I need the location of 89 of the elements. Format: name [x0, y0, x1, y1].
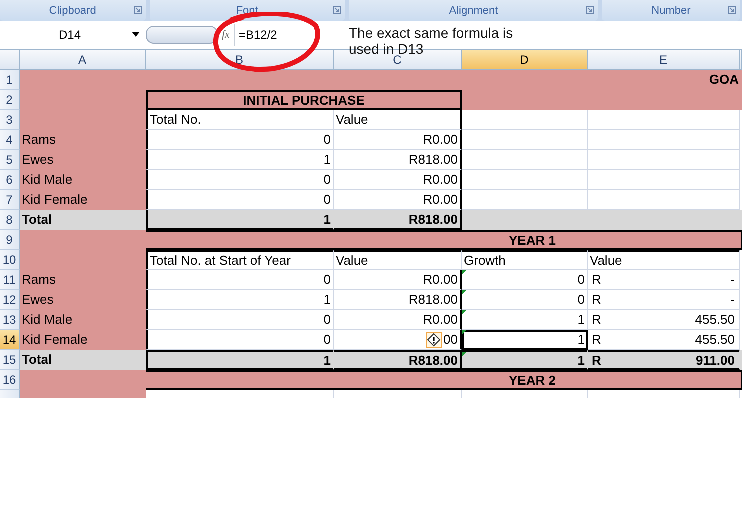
table-cell: Value: [588, 250, 740, 270]
table-cell: Kid Female: [20, 330, 146, 350]
row-header[interactable]: 12: [0, 290, 20, 310]
row-header[interactable]: 16: [0, 370, 20, 390]
table-cell: 0: [146, 170, 334, 190]
name-box-resize-handle[interactable]: [146, 26, 218, 44]
row-header[interactable]: 1: [0, 70, 20, 90]
dialog-launcher-icon[interactable]: [333, 6, 342, 14]
select-all-corner[interactable]: [0, 50, 20, 70]
currency-symbol: R: [592, 292, 602, 307]
table-cell: 0: [146, 310, 334, 330]
amount-text: 455.50: [695, 332, 735, 347]
caret-icon[interactable]: [132, 32, 140, 38]
table-cell: Rams: [20, 270, 146, 290]
table-cell: 1: [462, 350, 588, 370]
row-header[interactable]: 6: [0, 170, 20, 190]
table-cell: R0.00: [334, 130, 462, 150]
table-cell: Kid Male: [20, 170, 146, 190]
dialog-launcher-icon[interactable]: [586, 6, 594, 14]
formula-field[interactable]: =B12/2: [234, 24, 339, 46]
row-header[interactable]: 14: [0, 330, 20, 350]
table-cell: Ewes: [20, 290, 146, 310]
table-cell: YEAR 2: [146, 370, 742, 390]
row-header[interactable]: 5: [0, 150, 20, 170]
insert-function-button[interactable]: fx: [222, 29, 230, 41]
row-header[interactable]: 13: [0, 310, 20, 330]
table-cell: INITIAL PURCHASE: [146, 90, 462, 110]
table-cell: Total No. at Start of Year: [146, 250, 334, 270]
row-header[interactable]: 3: [0, 110, 20, 130]
dialog-launcher-icon[interactable]: [134, 6, 142, 14]
table-cell: 1: [462, 330, 588, 350]
ribbon-group-label: Alignment: [449, 4, 498, 16]
table-cell: R0.00: [334, 170, 462, 190]
table-cell: 0: [146, 330, 334, 350]
table-cell: 0: [146, 270, 334, 290]
currency-symbol: R: [592, 352, 602, 368]
row-header[interactable]: 11: [0, 270, 20, 290]
table-cell: Total: [20, 210, 146, 230]
row-header[interactable]: 7: [0, 190, 20, 210]
table-cell: R0.00: [334, 270, 462, 290]
amount-text: 455.50: [695, 312, 735, 327]
table-cell: R818.00: [334, 350, 462, 370]
table-cell: 1: [146, 350, 334, 370]
row-header[interactable]: 8: [0, 210, 20, 230]
table-cell: 1: [462, 310, 588, 330]
table-cell: 1: [146, 150, 334, 170]
row-header[interactable]: 4: [0, 130, 20, 150]
table-cell: R818.00: [334, 290, 462, 310]
amount-text: -: [730, 292, 735, 307]
row-header[interactable]: 15: [0, 350, 20, 370]
table-cell: Total No.: [146, 110, 334, 130]
table-cell: R0.00: [334, 310, 462, 330]
ribbon-group-label: Number: [652, 4, 691, 16]
table-cell: R0.00: [334, 190, 462, 210]
currency-symbol: R: [592, 272, 602, 287]
table-cell: 0: [462, 270, 588, 290]
table-cell: 00: [334, 330, 462, 350]
warning-icon[interactable]: [426, 332, 442, 348]
amount-text: 911.00: [696, 352, 735, 368]
column-header[interactable]: E: [588, 50, 740, 70]
row-header[interactable]: 10: [0, 250, 20, 270]
column-header[interactable]: A: [20, 50, 146, 70]
table-cell: Value: [334, 110, 462, 130]
table-cell: 0: [146, 130, 334, 150]
table-cell: Growth: [462, 250, 588, 270]
table-cell: Ewes: [20, 150, 146, 170]
table-cell: Value: [334, 250, 462, 270]
table-cell: Total: [20, 350, 146, 370]
table-cell: 0: [462, 290, 588, 310]
table-cell: GOA: [20, 70, 742, 90]
table-cell: R818.00: [334, 210, 462, 230]
ribbon-group-label: Clipboard: [49, 4, 96, 16]
amount-text: -: [730, 272, 735, 287]
table-cell: Kid Female: [20, 190, 146, 210]
table-cell: 1: [146, 210, 334, 230]
row-header[interactable]: 9: [0, 230, 20, 250]
dialog-launcher-icon[interactable]: [728, 6, 736, 14]
row-header[interactable]: [0, 390, 20, 398]
row-header[interactable]: 2: [0, 90, 20, 110]
table-cell: YEAR 1: [146, 230, 742, 250]
name-box[interactable]: D14: [0, 24, 140, 46]
table-cell: 1: [146, 290, 334, 310]
table-cell: Kid Male: [20, 310, 146, 330]
column-header[interactable]: D: [462, 50, 588, 70]
table-cell: R818.00: [334, 150, 462, 170]
table-cell: Rams: [20, 130, 146, 150]
table-cell: 0: [146, 190, 334, 210]
currency-symbol: R: [592, 312, 602, 327]
currency-symbol: R: [592, 332, 602, 347]
